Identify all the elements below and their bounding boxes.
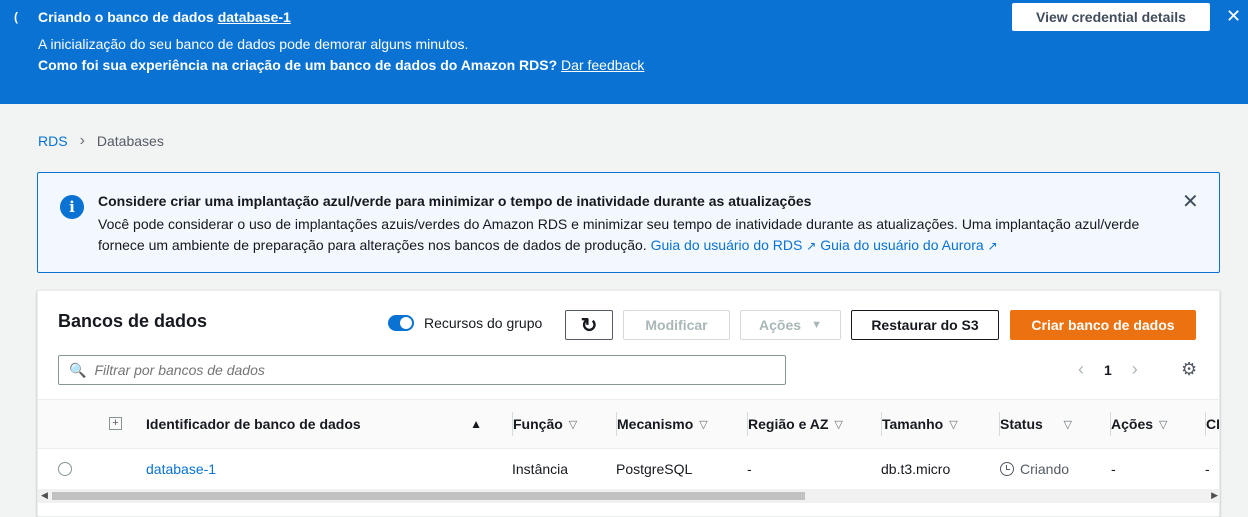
col-actions[interactable]: Ações ▽: [1110, 400, 1168, 448]
col-status[interactable]: Status ▽: [999, 400, 1080, 448]
caret-down-icon: ▼: [811, 319, 822, 331]
col-identifier-label: Identificador de banco de dados: [146, 416, 361, 432]
close-icon[interactable]: ✕: [1182, 189, 1199, 214]
col-cpu-label: CP: [1206, 416, 1219, 432]
expand-all-icon[interactable]: +: [109, 417, 122, 430]
cell-actions: -: [1111, 461, 1116, 477]
external-link-icon: ↗: [987, 239, 998, 253]
scroll-left-icon[interactable]: ◀: [41, 490, 48, 501]
actions-label: Ações: [759, 317, 802, 333]
cell-size: db.t3.micro: [881, 461, 951, 477]
table-header: + Identificador de banco de dados ▲ Funç…: [38, 399, 1219, 449]
breadcrumb-rds[interactable]: RDS: [38, 133, 68, 149]
flash-title: Criando o banco de dados database-1: [38, 9, 291, 25]
search-input[interactable]: [94, 362, 775, 378]
cell-identifier: database-1: [146, 449, 216, 489]
sort-icon: ▽: [1159, 418, 1168, 431]
database-identifier-link[interactable]: database-1: [146, 461, 216, 477]
gear-icon[interactable]: ⚙: [1181, 359, 1197, 380]
cell-role: Instância: [512, 461, 569, 477]
status-text: Criando: [1020, 461, 1070, 477]
rds-guide-label: Guia do usuário do RDS: [650, 237, 803, 253]
col-size[interactable]: Tamanho ▽: [881, 400, 958, 448]
col-region[interactable]: Região e AZ ▽: [747, 400, 843, 448]
row-select-radio[interactable]: [58, 462, 72, 476]
col-identifier[interactable]: Identificador de banco de dados ▲: [146, 400, 492, 448]
search-field[interactable]: 🔍: [58, 355, 786, 385]
col-size-label: Tamanho: [882, 416, 944, 432]
view-credentials-button[interactable]: View credential details: [1012, 3, 1210, 31]
pagination: ‹ 1 ›: [1078, 359, 1138, 380]
panel-title: Bancos de dados: [58, 311, 208, 331]
clock-icon: [1000, 462, 1014, 476]
toggle-label: Recursos do grupo: [424, 315, 543, 331]
cell-region: -: [747, 461, 752, 477]
breadcrumb-databases: Databases: [96, 133, 164, 149]
col-engine-label: Mecanismo: [617, 416, 694, 432]
table-row: database-1 Instância PostgreSQL - db.t3.…: [38, 449, 1219, 489]
sort-icon: ▽: [699, 418, 708, 431]
flash-title-text: Criando o banco de dados: [38, 9, 214, 25]
sort-icon: ▽: [1063, 418, 1072, 431]
feedback-link[interactable]: Dar feedback: [561, 57, 644, 73]
chevron-right-icon: ›: [79, 132, 85, 149]
sort-icon: ▽: [949, 418, 958, 431]
close-icon[interactable]: ✕: [1226, 6, 1241, 27]
database-link[interactable]: database-1: [218, 9, 291, 25]
col-actions-label: Ações: [1111, 416, 1154, 432]
col-cpu[interactable]: CP: [1204, 400, 1219, 448]
cell-status: Criando: [1000, 449, 1069, 489]
actions-button[interactable]: Ações ▼: [740, 310, 841, 340]
sort-icon: ▽: [568, 418, 578, 431]
feedback-question: Como foi sua experiência na criação de u…: [38, 57, 558, 73]
flash-feedback: Como foi sua experiência na criação de u…: [38, 57, 644, 73]
col-role-label: Função: [513, 416, 563, 432]
create-database-button[interactable]: Criar banco de dados: [1010, 310, 1196, 340]
alert-title: Considere criar uma implantação azul/ver…: [98, 193, 812, 209]
group-resources-toggle[interactable]: Recursos do grupo: [388, 315, 542, 331]
loading-spinner-icon: ⁢(: [14, 10, 18, 24]
toggle-switch[interactable]: [388, 315, 414, 331]
info-alert: i Considere criar uma implantação azul/v…: [37, 172, 1220, 273]
flash-message: A inicialização do seu banco de dados po…: [38, 36, 469, 52]
col-region-label: Região e AZ: [748, 416, 829, 432]
modify-button[interactable]: Modificar: [623, 310, 730, 340]
restore-from-s3-button[interactable]: Restaurar do S3: [851, 310, 999, 340]
external-link-icon: ↗: [806, 239, 817, 253]
scrollbar-thumb[interactable]: [52, 492, 805, 500]
aurora-guide-label: Guia do usuário do Aurora: [820, 237, 984, 253]
refresh-button[interactable]: ↻: [565, 310, 613, 340]
col-role[interactable]: Função ▽: [511, 400, 578, 448]
sort-icon: ▽: [834, 418, 843, 431]
col-engine[interactable]: Mecanismo ▽: [616, 400, 708, 448]
col-status-label: Status: [1000, 416, 1043, 432]
info-icon: i: [60, 195, 84, 219]
refresh-icon: ↻: [580, 314, 598, 337]
search-icon: 🔍: [69, 361, 87, 378]
databases-panel: Bancos de dados Recursos do grupo ↻ Modi…: [37, 290, 1220, 517]
horizontal-scrollbar[interactable]: ◀ ▶: [38, 489, 1219, 503]
breadcrumb: RDS › Databases: [38, 132, 164, 150]
aurora-guide-link[interactable]: Guia do usuário do Aurora ↗: [820, 237, 997, 253]
flash-banner: ⁢( Criando o banco de dados database-1 A…: [0, 0, 1248, 104]
page-number[interactable]: 1: [1104, 362, 1112, 378]
cell-cpu: -: [1205, 461, 1210, 477]
cell-engine: PostgreSQL: [616, 461, 693, 477]
sort-ascending-icon: ▲: [470, 417, 482, 431]
chevron-right-icon[interactable]: ›: [1132, 359, 1138, 380]
rds-guide-link[interactable]: Guia do usuário do RDS ↗: [651, 237, 817, 253]
chevron-left-icon[interactable]: ‹: [1078, 359, 1084, 380]
scroll-right-icon[interactable]: ▶: [1211, 490, 1218, 501]
alert-body: Você pode considerar o uso de implantaçõ…: [98, 214, 1188, 257]
